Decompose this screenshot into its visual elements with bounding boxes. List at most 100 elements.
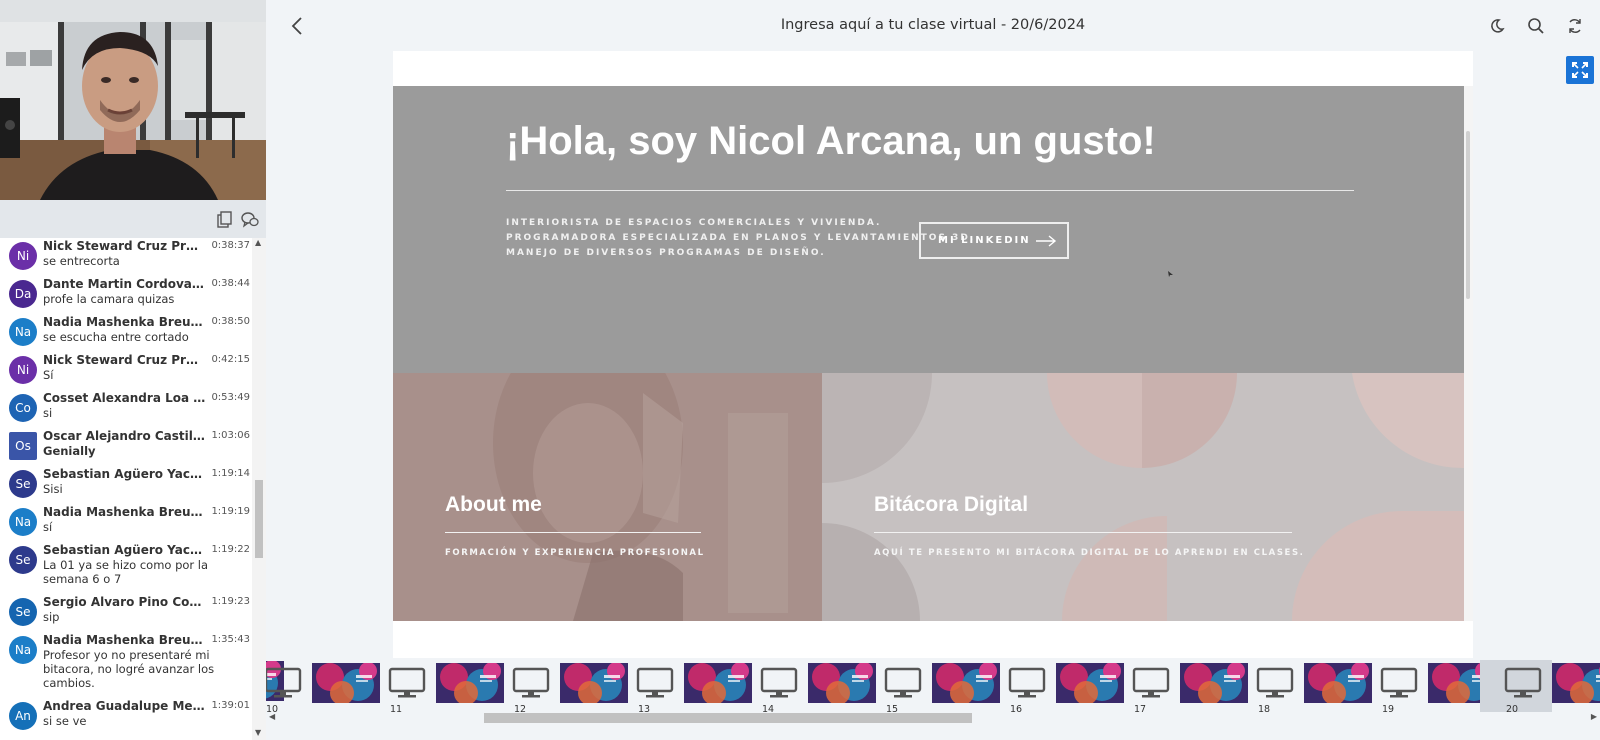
slide-thumbnail[interactable]: 20 bbox=[1480, 660, 1600, 715]
arrow-right-icon bbox=[1035, 233, 1057, 252]
monitor-icon bbox=[266, 667, 302, 703]
monitor-icon bbox=[1132, 667, 1170, 703]
copy-icon[interactable] bbox=[214, 210, 234, 230]
slide-thumbnail[interactable]: 11 bbox=[364, 660, 504, 715]
chat-bubbles-icon[interactable] bbox=[240, 210, 260, 230]
refresh-icon[interactable] bbox=[1565, 16, 1585, 36]
message-time: 0:53:49 bbox=[211, 392, 250, 403]
message-author: Sebastian Agüero Yacolca bbox=[43, 467, 206, 481]
message-author: Dante Martin Cordova M... bbox=[43, 277, 206, 291]
embed-scroll-thumb[interactable] bbox=[1466, 131, 1470, 299]
message-time: 0:42:15 bbox=[211, 354, 250, 365]
message-author: Nadia Mashenka Breuer ... bbox=[43, 633, 206, 647]
description-line: PROGRAMADORA ESPECIALIZADA EN PLANOS Y L… bbox=[506, 233, 976, 243]
monitor-icon bbox=[1504, 667, 1542, 703]
message-author: Sergio Alvaro Pino Cornejo bbox=[43, 595, 206, 609]
embedded-presentation: ¡Hola, soy Nicol Arcana, un gusto! INTER… bbox=[393, 86, 1473, 621]
monitor-icon bbox=[760, 667, 798, 703]
monitor-icon bbox=[388, 667, 426, 703]
message-text: La 01 ya se hizo como por la semana 6 o … bbox=[43, 558, 209, 586]
chat-scrollbar[interactable]: ▲ ▼ bbox=[252, 238, 266, 740]
page-title: Ingresa aquí a tu clase virtual - 20/6/2… bbox=[780, 17, 1086, 33]
chat-list: Ni Nick Steward Cruz Precia... 0:38:37 s… bbox=[0, 238, 252, 740]
monitor-icon bbox=[884, 667, 922, 703]
filmstrip-scroll-thumb[interactable] bbox=[484, 713, 972, 723]
message-text: sí bbox=[43, 520, 53, 534]
embed-scrollbar[interactable] bbox=[1464, 86, 1473, 621]
message-time: 1:03:06 bbox=[211, 430, 250, 441]
slide-thumbnail[interactable]: 16 bbox=[984, 660, 1124, 715]
hero-section: ¡Hola, soy Nicol Arcana, un gusto! INTER… bbox=[393, 86, 1464, 373]
scroll-down-icon[interactable]: ▼ bbox=[255, 728, 261, 737]
slide-thumbnail[interactable]: 10 bbox=[266, 660, 380, 715]
scroll-up-icon[interactable]: ▲ bbox=[255, 238, 261, 247]
avatar: Da bbox=[9, 280, 37, 308]
linkedin-button[interactable]: MI LINKEDIN bbox=[919, 222, 1069, 259]
message-author: Andrea Guadalupe Mena... bbox=[43, 699, 206, 713]
message-author: Oscar Alejandro Castillo ... bbox=[43, 429, 206, 443]
chat-scroll-thumb[interactable] bbox=[255, 480, 263, 558]
hero-title: ¡Hola, soy Nicol Arcana, un gusto! bbox=[506, 119, 1156, 163]
message-time: 1:39:01 bbox=[211, 700, 250, 711]
slide-thumbnail[interactable]: 19 bbox=[1356, 660, 1496, 715]
scroll-right-icon[interactable]: ▶ bbox=[1591, 712, 1597, 721]
about-me-card[interactable]: About me FORMACIÓN Y EXPERIENCIA PROFESI… bbox=[393, 373, 822, 621]
dark-mode-icon[interactable] bbox=[1487, 16, 1507, 36]
avatar: Ni bbox=[9, 356, 37, 384]
divider bbox=[874, 532, 1292, 533]
slide-thumbnail[interactable]: 13 bbox=[612, 660, 752, 715]
avatar: Ni bbox=[9, 242, 37, 270]
message-time: 0:38:44 bbox=[211, 278, 250, 289]
message-author: Cosset Alexandra Loa Cruz bbox=[43, 391, 206, 405]
slide-thumbnail[interactable]: 15 bbox=[860, 660, 1000, 715]
avatar: Na bbox=[9, 318, 37, 346]
message-time: 0:38:50 bbox=[211, 316, 250, 327]
filmstrip-scrollbar[interactable]: ◀ ▶ bbox=[266, 710, 1600, 724]
avatar: Se bbox=[9, 470, 37, 498]
message-time: 1:19:19 bbox=[211, 506, 250, 517]
message-time: 1:19:14 bbox=[211, 468, 250, 479]
slide-thumbnail[interactable]: 18 bbox=[1232, 660, 1372, 715]
avatar: Na bbox=[9, 636, 37, 664]
message-author: Nick Steward Cruz Precia... bbox=[43, 239, 206, 253]
slide-thumbnail[interactable]: 14 bbox=[736, 660, 876, 715]
top-bar: Ingresa aquí a tu clase virtual - 20/6/2… bbox=[266, 0, 1600, 52]
slide-filmstrip: 1011121314151617181920212223242526272829… bbox=[266, 658, 1600, 740]
bitacora-card[interactable]: Bitácora Digital AQUÍ TE PRESENTO MI BIT… bbox=[822, 373, 1464, 621]
about-subtitle: FORMACIÓN Y EXPERIENCIA PROFESIONAL bbox=[445, 548, 705, 558]
message-text: Genially bbox=[43, 444, 96, 458]
slide-thumbnail[interactable]: 12 bbox=[488, 660, 628, 715]
fullscreen-button[interactable] bbox=[1566, 56, 1594, 84]
scroll-left-icon[interactable]: ◀ bbox=[269, 712, 275, 721]
message-text: se entrecorta bbox=[43, 254, 120, 268]
monitor-icon bbox=[1008, 667, 1046, 703]
search-icon[interactable] bbox=[1526, 16, 1546, 36]
mouse-cursor-icon bbox=[1168, 271, 1173, 277]
message-author: Nadia Mashenka Breuer ... bbox=[43, 505, 206, 519]
message-text: se escucha entre cortado bbox=[43, 330, 189, 344]
avatar: Se bbox=[9, 546, 37, 574]
message-text: sip bbox=[43, 610, 60, 624]
message-time: 1:35:43 bbox=[211, 634, 250, 645]
linkedin-label: MI LINKEDIN bbox=[938, 235, 1031, 246]
monitor-icon bbox=[636, 667, 674, 703]
bitacora-subtitle: AQUÍ TE PRESENTO MI BITÁCORA DIGITAL DE … bbox=[874, 548, 1305, 558]
slide-thumbnail-art bbox=[1552, 663, 1600, 703]
message-text: Sí bbox=[43, 368, 54, 382]
avatar: Os bbox=[9, 432, 37, 460]
avatar: Se bbox=[9, 598, 37, 626]
monitor-icon bbox=[1380, 667, 1418, 703]
description-line: MANEJO DE DIVERSOS PROGRAMAS DE DISEÑO. bbox=[506, 248, 826, 258]
slide-thumbnail[interactable]: 17 bbox=[1108, 660, 1248, 715]
monitor-icon bbox=[512, 667, 550, 703]
message-text: Profesor yo no presentaré mi bitacora, n… bbox=[43, 648, 215, 690]
message-time: 0:38:37 bbox=[211, 240, 250, 251]
chat-toolbar bbox=[0, 200, 266, 238]
avatar: Co bbox=[9, 394, 37, 422]
message-text: Sisi bbox=[43, 482, 63, 496]
webcam-video bbox=[0, 0, 266, 200]
monitor-icon bbox=[1256, 667, 1294, 703]
classroom-app: Ni Nick Steward Cruz Precia... 0:38:37 s… bbox=[0, 0, 1600, 740]
message-time: 1:19:23 bbox=[211, 596, 250, 607]
message-time: 1:19:22 bbox=[211, 544, 250, 555]
